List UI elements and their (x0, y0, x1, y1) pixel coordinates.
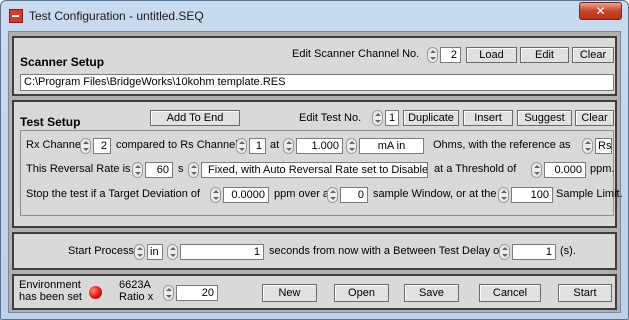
scanner-setup-panel: Scanner Setup Edit Scanner Channel No. 2… (12, 36, 617, 96)
app-icon (9, 9, 23, 23)
environment-status-label: Environment has been set (19, 279, 82, 303)
test-setup-panel: Test Setup Add To End Edit Test No. 1 Du… (12, 100, 623, 228)
reversal-rate-spinner[interactable] (132, 162, 143, 178)
rx-channel-spinner[interactable] (80, 138, 91, 154)
seconds-label: s (178, 163, 184, 175)
ratio-input[interactable]: 20 (176, 285, 218, 301)
start-mode-spinner[interactable] (134, 244, 145, 260)
test-clear-button[interactable]: Clear (575, 110, 614, 126)
ohms-reference-label: Ohms, with the reference as (433, 139, 571, 151)
close-button[interactable]: ✕ (579, 2, 622, 20)
start-mode-input[interactable]: in (147, 244, 163, 260)
title-bar[interactable]: Test Configuration - untitled.SEQ ✕ (1, 1, 628, 31)
start-seconds-spinner[interactable] (167, 244, 178, 260)
reversal-rate-label: This Reversal Rate is (26, 163, 131, 175)
scanner-clear-button[interactable]: Clear (572, 47, 614, 63)
deviation-spinner[interactable] (210, 187, 221, 203)
ratio-spinner[interactable] (163, 285, 174, 301)
insert-button[interactable]: Insert (463, 110, 513, 126)
test-no-spinner[interactable] (372, 110, 383, 126)
ratio-line1: 6623A (119, 279, 151, 291)
window-title: Test Configuration - untitled.SEQ (29, 9, 204, 23)
between-delay-label: seconds from now with a Between Test Del… (269, 245, 503, 257)
environment-line2: has been set (19, 291, 82, 303)
test-setup-heading: Test Setup (20, 115, 81, 129)
window-spinner[interactable] (327, 187, 338, 203)
edit-test-no-label: Edit Test No. (299, 112, 362, 124)
window-input[interactable]: 0 (340, 187, 368, 203)
sample-window-label: sample Window, or at the (373, 188, 497, 200)
at-label: at (270, 139, 280, 151)
add-to-end-button[interactable]: Add To End (150, 110, 240, 126)
scanner-channel-spinner[interactable] (427, 47, 438, 63)
deviation-input[interactable]: 0.0000 (223, 187, 269, 203)
test-parameters-box: Rx Channel 2 compared to Rs Channel 1 at… (20, 130, 623, 216)
reference-spinner[interactable] (582, 138, 593, 154)
current-unit-input[interactable]: mA in (359, 138, 424, 154)
edit-scanner-channel-label: Edit Scanner Channel No. (292, 48, 420, 60)
suggest-button[interactable]: Suggest (517, 110, 572, 126)
delay-unit-label: (s). (560, 245, 576, 257)
rs-channel-input[interactable]: 1 (249, 138, 266, 154)
ratio-line2: Ratio x (119, 291, 154, 303)
start-button[interactable]: Start (558, 284, 612, 302)
reversal-mode-input[interactable]: Fixed, with Auto Reversal Rate set to Di… (201, 162, 428, 178)
reversal-mode-spinner[interactable] (188, 162, 199, 178)
reference-input[interactable]: Rs (595, 138, 612, 154)
rs-channel-spinner[interactable] (236, 138, 247, 154)
threshold-ppm-label: ppm. (590, 163, 615, 175)
environment-led (89, 286, 102, 299)
sample-limit-input[interactable]: 100 (511, 187, 553, 203)
start-seconds-input[interactable]: 1 (180, 244, 264, 260)
save-button[interactable]: Save (404, 284, 459, 302)
rx-channel-input[interactable]: 2 (93, 138, 111, 154)
client-area: Scanner Setup Edit Scanner Channel No. 2… (8, 31, 623, 313)
sample-limit-spinner[interactable] (498, 187, 509, 203)
cancel-button[interactable]: Cancel (479, 284, 541, 302)
scanner-setup-heading: Scanner Setup (20, 55, 105, 69)
load-button[interactable]: Load (466, 47, 517, 63)
test-no-input[interactable]: 1 (385, 110, 399, 126)
threshold-spinner[interactable] (531, 162, 542, 178)
reversal-rate-input[interactable]: 60 (145, 162, 173, 178)
open-button[interactable]: Open (334, 284, 389, 302)
footer-panel: Environment has been set 6623A Ratio x 2… (12, 274, 617, 310)
current-spinner[interactable] (283, 138, 294, 154)
delay-spinner[interactable] (499, 244, 510, 260)
rx-channel-label: Rx Channel (26, 139, 84, 151)
ppm-over-label: ppm over a (274, 188, 330, 200)
start-process-label: Start Process (68, 245, 135, 257)
current-input[interactable]: 1.000 (296, 138, 343, 154)
compared-to-label: compared to Rs Channel (116, 139, 238, 151)
stop-test-label: Stop the test if a Target Deviation of (26, 188, 201, 200)
threshold-input[interactable]: 0.000 (544, 162, 586, 178)
delay-input[interactable]: 1 (512, 244, 556, 260)
test-configuration-window: Test Configuration - untitled.SEQ ✕ Scan… (0, 0, 629, 320)
start-process-panel: Start Process in 1 seconds from now with… (12, 232, 617, 270)
threshold-label: at a Threshold of (434, 163, 517, 175)
current-unit-spinner[interactable] (346, 138, 357, 154)
scanner-channel-input[interactable]: 2 (440, 47, 461, 63)
scanner-file-path[interactable]: C:\Program Files\BridgeWorks\10kohm temp… (20, 74, 614, 91)
ratio-label: 6623A Ratio x (119, 279, 153, 303)
sample-limit-label: Sample Limit. (556, 188, 623, 200)
duplicate-button[interactable]: Duplicate (403, 110, 459, 126)
edit-button[interactable]: Edit (520, 47, 569, 63)
new-button[interactable]: New (262, 284, 317, 302)
environment-line1: Environment (19, 279, 81, 291)
